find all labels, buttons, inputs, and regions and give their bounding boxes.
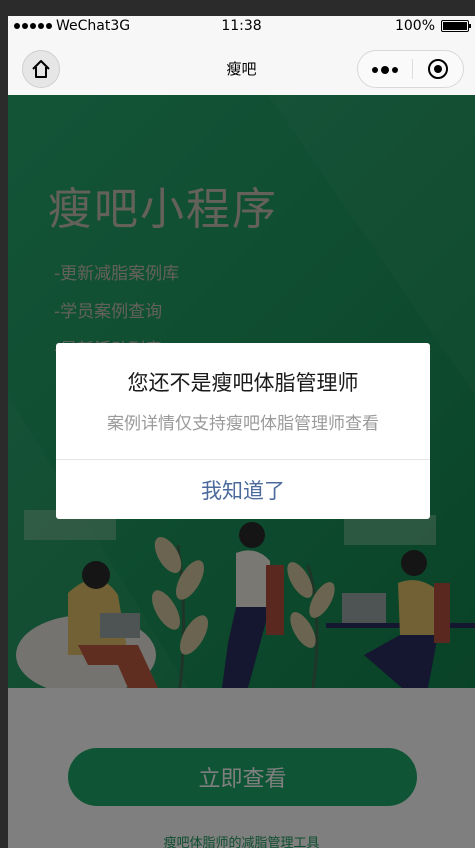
status-bar: WeChat3G 11:38 100% <box>8 16 475 38</box>
dialog-message: 案例详情仅支持瘦吧体脂管理师查看 <box>107 414 379 434</box>
capsule-divider <box>412 59 413 79</box>
navigation-bar: 瘦吧 <box>8 38 475 95</box>
close-target-icon[interactable] <box>428 59 448 79</box>
more-icon[interactable] <box>372 66 398 74</box>
battery-percent: 100% <box>394 18 435 34</box>
dialog-title: 您还不是瘦吧体脂管理师 <box>127 371 359 395</box>
alert-dialog: 您还不是瘦吧体脂管理师 案例详情仅支持瘦吧体脂管理师查看 我知道了 <box>56 343 430 519</box>
miniprogram-capsule <box>357 50 464 88</box>
phone-screen: WeChat3G 11:38 100% 瘦吧 您还不是瘦吧体脂管理师 案例详情仅… <box>8 16 475 848</box>
battery-icon <box>441 20 471 32</box>
dialog-confirm-button[interactable]: 我知道了 <box>56 460 430 519</box>
battery-status: 100% <box>394 18 471 34</box>
